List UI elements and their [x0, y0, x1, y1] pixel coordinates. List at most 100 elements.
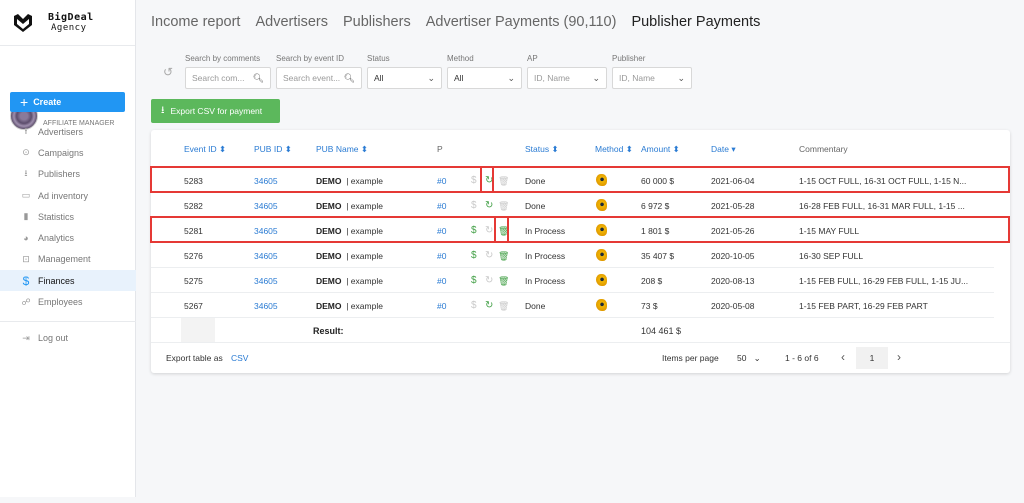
sidebar-item-statistics[interactable]: ▮ Statistics — [0, 206, 136, 227]
create-label: Create — [33, 97, 62, 107]
commentary: 16-28 FEB FULL, 16-31 MAR FULL, 1-15 ... — [799, 201, 965, 211]
p-link[interactable]: #0 — [437, 301, 446, 311]
sidebar-item-management[interactable]: ⊡ Management — [0, 249, 136, 270]
pay-dollar-icon[interactable]: $ — [471, 175, 477, 186]
pay-dollar-icon[interactable]: $ — [471, 300, 477, 311]
sidebar-item-advertisers[interactable]: ⭱ Advertisers — [0, 121, 136, 142]
status-text: In Process — [525, 226, 566, 236]
play-circle-icon: ⊙ — [22, 147, 30, 158]
header-status[interactable]: Status ⬍ — [525, 144, 559, 155]
status-text: In Process — [525, 251, 566, 261]
header-event-id[interactable]: Event ID ⬍ — [184, 144, 226, 155]
status-select[interactable]: All ⌄ — [367, 67, 442, 89]
revert-icon[interactable]: ↻ — [485, 225, 493, 236]
date: 2020-08-13 — [711, 276, 755, 286]
export-csv-button[interactable]: ⭳ Export CSV for payment — [151, 99, 280, 123]
trash-icon[interactable]: 🗑︎ — [498, 301, 509, 312]
status-text: Done — [525, 201, 546, 211]
sidebar-item-campaigns[interactable]: ⊙ Campaigns — [0, 142, 136, 163]
settings-box-icon: ⊡ — [22, 253, 30, 264]
amount: 35 407 $ — [641, 251, 675, 261]
method-select[interactable]: All ⌄ — [447, 67, 522, 89]
table-row: 5276 34605 DEMO | example #0 $ ↻ 🗑︎ In P… — [151, 242, 994, 267]
header-amount[interactable]: Amount ⬍ — [641, 144, 680, 155]
sidebar-item-label: Campaigns — [38, 147, 84, 158]
pub-subname: | example — [346, 301, 383, 311]
revert-icon[interactable]: ↻ — [485, 300, 493, 311]
tab-publisher-payments[interactable]: Publisher Payments — [631, 14, 760, 30]
header-method[interactable]: Method ⬍ — [595, 144, 633, 155]
prev-page-button[interactable]: ‹ — [841, 350, 845, 364]
tab-publishers[interactable]: Publishers — [343, 14, 411, 30]
table-row: 5282 34605 DEMO | example #0 $ ↻ 🗑︎ Done… — [151, 192, 994, 217]
event-search-input[interactable]: Search event... 🔍︎ — [276, 67, 362, 89]
trash-icon[interactable]: 🗑︎ — [498, 176, 509, 187]
brand-logo[interactable]: BigDeal Agency — [0, 0, 135, 46]
header-date[interactable]: Date ▾ — [711, 144, 736, 155]
revert-icon[interactable]: ↻ — [485, 275, 493, 286]
pie-chart-icon: ◕ — [23, 233, 29, 244]
revert-icon[interactable]: ↻ — [485, 175, 493, 186]
pub-id-link[interactable]: 34605 — [254, 301, 278, 311]
trash-icon[interactable]: 🗑︎ — [498, 201, 509, 212]
trash-icon[interactable]: 🗑︎ — [498, 276, 509, 287]
trash-icon[interactable]: 🗑︎ — [498, 226, 509, 237]
chevron-down-icon: ⌄ — [753, 353, 761, 363]
result-row: Result: 104 461 $ — [151, 317, 994, 343]
profile: AFFILIATE MANAGER — [0, 46, 135, 130]
tab-income-report[interactable]: Income report — [151, 14, 240, 30]
event-id: 5267 — [184, 301, 203, 311]
pay-dollar-icon[interactable]: $ — [471, 225, 477, 236]
trash-icon[interactable]: 🗑︎ — [498, 251, 509, 262]
export-csv-link[interactable]: CSV — [231, 353, 248, 363]
date: 2021-06-04 — [711, 176, 755, 186]
p-link[interactable]: #0 — [437, 251, 446, 261]
sidebar-item-analytics[interactable]: ◕ Analytics — [0, 227, 136, 248]
p-link[interactable]: #0 — [437, 226, 446, 236]
sidebar-item-finances[interactable]: $ Finances — [0, 270, 136, 292]
result-total: 104 461 $ — [641, 326, 682, 336]
sidebar-item-ad-inventory[interactable]: ▭ Ad inventory — [0, 185, 136, 206]
items-per-page-select[interactable]: 50 ⌄ — [737, 353, 761, 364]
method-value: All — [454, 73, 464, 83]
table-header: Event ID ⬍ PUB ID ⬍ PUB Name ⬍ P Status … — [151, 130, 1010, 167]
sidebar-item-publishers[interactable]: ⭳ Publishers — [0, 164, 136, 185]
tab-advertiser-payments[interactable]: Advertiser Payments (90,110) — [426, 14, 617, 30]
pub-id-link[interactable]: 34605 — [254, 251, 278, 261]
pay-dollar-icon[interactable]: $ — [471, 200, 477, 211]
pub-id-link[interactable]: 34605 — [254, 276, 278, 286]
export-csv-label: Export CSV for payment — [170, 106, 263, 116]
revert-icon[interactable]: ↻ — [485, 200, 493, 211]
commentary: 16-30 SEP FULL — [799, 251, 864, 261]
revert-icon[interactable]: ↻ — [485, 250, 493, 261]
next-page-button[interactable]: › — [897, 350, 901, 364]
status-text: In Process — [525, 276, 566, 286]
ap-select[interactable]: ID, Name ⌄ — [527, 67, 607, 89]
table-row: 5281 34605 DEMO | example #0 $ ↻ 🗑︎ In P… — [151, 217, 994, 242]
date: 2020-10-05 — [711, 251, 755, 261]
reset-filters-icon[interactable]: ↺ — [163, 65, 177, 79]
upload-icon: ⭱ — [24, 125, 28, 136]
page-number-input[interactable]: 1 — [856, 347, 888, 369]
publisher-select[interactable]: ID, Name ⌄ — [612, 67, 692, 89]
chevron-down-icon: ⌄ — [677, 72, 685, 83]
header-pub-id[interactable]: PUB ID ⬍ — [254, 144, 292, 155]
tab-advertisers[interactable]: Advertisers — [255, 14, 328, 30]
p-link[interactable]: #0 — [437, 201, 446, 211]
people-icon: ☍ — [21, 296, 31, 307]
logout-button[interactable]: ⇥ Log out — [0, 328, 136, 349]
pub-id-link[interactable]: 34605 — [254, 176, 278, 186]
pay-dollar-icon[interactable]: $ — [471, 250, 477, 261]
p-link[interactable]: #0 — [437, 276, 446, 286]
pub-id-link[interactable]: 34605 — [254, 201, 278, 211]
pub-id-link[interactable]: 34605 — [254, 226, 278, 236]
sidebar-item-label: Management — [38, 254, 91, 265]
p-link[interactable]: #0 — [437, 176, 446, 186]
header-pub-name[interactable]: PUB Name ⬍ — [316, 144, 368, 155]
event-filter-label: Search by event ID — [276, 54, 345, 63]
sidebar-item-employees[interactable]: ☍ Employees — [0, 291, 136, 312]
pub-name: DEMO — [316, 176, 342, 186]
pay-dollar-icon[interactable]: $ — [471, 275, 477, 286]
comments-search-input[interactable]: Search com... 🔍︎ — [185, 67, 271, 89]
create-button[interactable]: + Create — [10, 92, 125, 112]
